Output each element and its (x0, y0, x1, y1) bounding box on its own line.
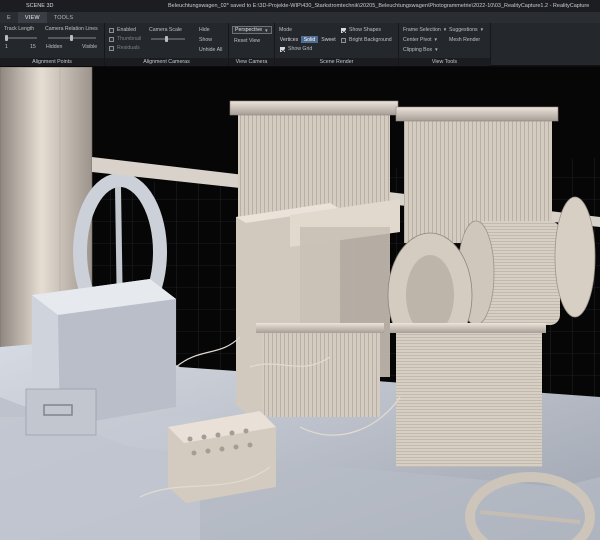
show-shapes-label: Show Shapes (349, 27, 382, 33)
camera-relation-lines-slider[interactable] (48, 35, 96, 41)
bright-background-label: Bright Background (349, 37, 392, 43)
track-length-slider-knob[interactable] (5, 35, 8, 41)
suggestions-label: Suggestions (449, 27, 478, 33)
show-button[interactable]: Show (199, 37, 212, 43)
clipping-box-button[interactable]: Clipping Box ▼ (403, 47, 439, 53)
mesh-render-button[interactable]: Mesh Render (449, 37, 480, 43)
residuals-checkbox[interactable] (109, 46, 114, 51)
show-grid-checkbox[interactable] (280, 47, 285, 52)
mode-sweet-button[interactable]: Sweet (319, 36, 338, 43)
projection-select[interactable]: Perspective ▼ (232, 26, 272, 34)
group-title-view-camera: View Camera (229, 58, 274, 66)
show-grid-label: Show Grid (288, 46, 313, 52)
frame-selection-label: Frame Selection (403, 27, 441, 33)
clipping-box-label: Clipping Box (403, 47, 433, 53)
group-view-camera: Perspective ▼ Reset View View Camera (229, 23, 275, 66)
group-alignment-points: Track Length 1 15 Camera Relation Lines … (0, 23, 105, 66)
mesh-render (0, 67, 600, 540)
center-pivot-label: Center Pivot (403, 37, 432, 43)
chevron-down-icon: ▼ (442, 27, 448, 32)
hidden-label: Hidden (46, 44, 63, 50)
menu-tab-tools[interactable]: TOOLS (47, 12, 81, 23)
thumbnail-checkbox[interactable] (109, 37, 114, 42)
show-shapes-checkbox[interactable] (341, 28, 346, 33)
camera-relation-lines-slider-knob[interactable] (70, 35, 73, 41)
group-title-view-tools: View Tools (399, 58, 490, 66)
app-tab-scene-3d[interactable]: SCENE 3D (0, 3, 58, 9)
scene-3d-viewport[interactable] (0, 67, 600, 540)
chevron-down-icon: ▼ (434, 47, 439, 52)
chevron-down-icon: ▼ (479, 27, 485, 32)
enabled-checkbox[interactable] (109, 28, 114, 33)
reset-view-button[interactable]: Reset View (234, 38, 260, 44)
track-length-max: 15 (30, 44, 36, 50)
camera-relation-lines-label: Camera Relation Lines (45, 26, 98, 32)
thumbnail-label: Thumbnail (117, 36, 142, 42)
group-title-alignment-cameras: Alignment Cameras (105, 58, 228, 66)
chevron-down-icon: ▼ (433, 37, 439, 42)
bright-background-checkbox[interactable] (341, 38, 346, 43)
window-title: Beleuchtungswagen_02* saved to E:\3D-Pro… (168, 3, 590, 9)
mode-vertices-button[interactable]: Vertices (278, 36, 300, 43)
group-title-alignment-points: Alignment Points (0, 58, 104, 66)
camera-scale-label: Camera Scale (149, 27, 182, 33)
title-bar: SCENE 3D Beleuchtungswagen_02* saved to … (0, 0, 600, 12)
unhide-all-button[interactable]: Unhide All (199, 47, 222, 53)
group-title-scene-render: Scene Render (275, 58, 398, 66)
camera-scale-slider-knob[interactable] (165, 36, 168, 42)
hide-button[interactable]: Hide (199, 27, 210, 33)
mesh-terminal-block (168, 411, 276, 503)
track-length-slider[interactable] (5, 35, 37, 41)
mode-label: Mode (279, 27, 292, 33)
menu-tab-e[interactable]: E (0, 12, 18, 23)
menu-bar: E VIEW TOOLS (0, 12, 600, 23)
mode-solid-button[interactable]: Solid (301, 36, 318, 43)
projection-select-value: Perspective (235, 27, 263, 33)
track-length-min: 1 (5, 44, 8, 50)
group-scene-render: Mode Vertices Solid Sweet Show Grid Show… (275, 23, 399, 66)
menu-tab-view[interactable]: VIEW (17, 12, 47, 23)
mesh-coil-front-left (256, 323, 384, 417)
ribbon: Track Length 1 15 Camera Relation Lines … (0, 23, 600, 66)
residuals-label: Residuals (117, 45, 140, 51)
frame-selection-button[interactable]: Frame Selection ▼ (403, 27, 447, 33)
suggestions-button[interactable]: Suggestions ▼ (449, 27, 484, 33)
enabled-label: Enabled (117, 27, 137, 33)
track-length-label: Track Length (4, 26, 35, 32)
group-alignment-cameras: Enabled Thumbnail Residuals Camera Scale… (105, 23, 229, 66)
group-view-tools: Frame Selection ▼ Suggestions ▼ Center Piv… (399, 23, 491, 66)
chevron-down-icon: ▼ (264, 27, 269, 33)
visible-label: Visible (82, 44, 98, 50)
mesh-coil-front-right (390, 323, 546, 467)
center-pivot-button[interactable]: Center Pivot ▼ (403, 37, 438, 43)
camera-scale-slider[interactable] (151, 36, 185, 42)
